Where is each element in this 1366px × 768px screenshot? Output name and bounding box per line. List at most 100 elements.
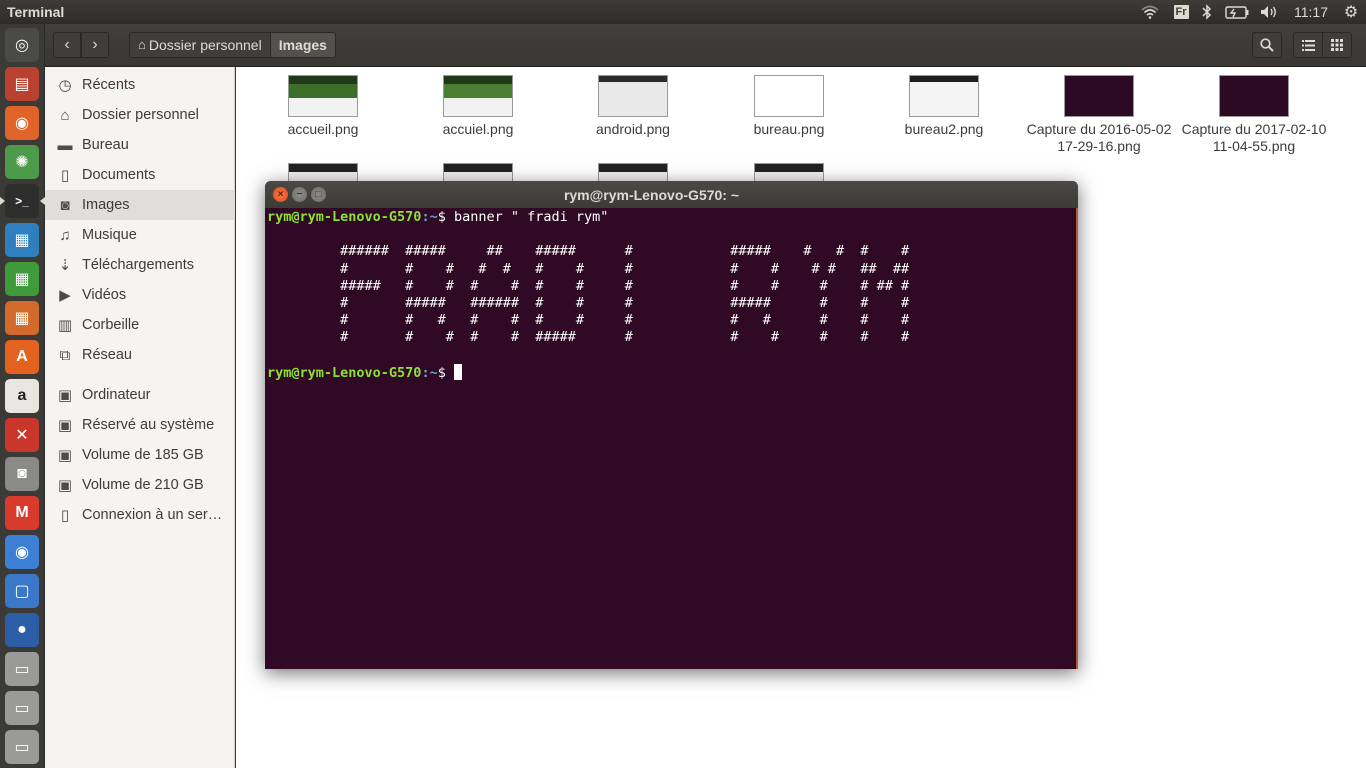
webcam-icon[interactable]: ● — [5, 613, 39, 647]
active-app-title: Terminal — [7, 4, 65, 20]
terminal-output-line: ###### ##### ## ##### # ##### # # # # — [267, 243, 910, 260]
search-icon — [1260, 38, 1274, 52]
list-icon — [1301, 39, 1315, 51]
amazon-icon[interactable]: a — [5, 379, 39, 413]
sidebar-item-8[interactable]: ▶ Vidéos — [45, 280, 235, 310]
terminal-output-line: # # # # # ##### # # # # # # — [267, 329, 910, 346]
file-thumbnail — [909, 75, 979, 117]
launcher-glyph: >_ — [15, 194, 29, 208]
sidebar-item-10[interactable]: ⧉ Réseau — [45, 340, 235, 370]
screen-icon[interactable]: ▢ — [5, 574, 39, 608]
wifi-icon[interactable] — [1138, 0, 1162, 24]
sidebar-item-label: Images — [82, 197, 130, 213]
file-thumbnail — [1064, 75, 1134, 117]
sidebar-item-4[interactable]: ▯ Documents — [45, 160, 235, 190]
launcher-glyph: M — [15, 504, 29, 521]
keyboard-layout-indicator[interactable]: Fr — [1171, 0, 1191, 24]
libreoffice-writer-icon[interactable]: ▦ — [5, 223, 39, 257]
drive-2-icon[interactable]: ▭ — [5, 691, 39, 725]
sidebar-item-2[interactable]: ⌂ Dossier personnel — [45, 100, 235, 130]
file-name: accueil.png — [287, 121, 359, 137]
trash-icon: ▥ — [57, 317, 73, 334]
back-button[interactable]: ‹ — [53, 32, 81, 58]
forward-button[interactable]: › — [81, 32, 109, 58]
file-item[interactable]: bureau2.png — [869, 67, 1019, 138]
terminal-output-line: ##### # # # # # # # # # # # ## # — [267, 277, 910, 294]
ubuntu-dash-icon[interactable]: ◎ — [5, 28, 39, 62]
network-icon: ⧉ — [59, 346, 71, 364]
sidebar-item-13[interactable]: ▣ Volume de 185 GB — [45, 440, 235, 470]
breadcrumb-current[interactable]: Images — [269, 33, 335, 57]
sidebar-item-11[interactable]: ▣ Ordinateur — [45, 380, 235, 410]
sidebar-item-1[interactable]: ◷ Récents — [45, 70, 235, 100]
prompt-user-2: rym@rym-Lenovo-G570 — [267, 364, 422, 381]
sidebar-item-label: Ordinateur — [82, 387, 151, 403]
launcher-glyph: ▦ — [14, 271, 30, 288]
prompt-path-2: :~ — [421, 364, 438, 381]
battery-icon[interactable] — [1224, 0, 1250, 24]
libreoffice-calc-icon[interactable]: ▦ — [5, 262, 39, 296]
file-item[interactable]: accuiel.png — [403, 67, 553, 138]
chromium-icon[interactable]: ◉ — [5, 535, 39, 569]
drive-icon: ▣ — [57, 387, 73, 404]
home-icon: ⌂ — [138, 37, 146, 52]
music-icon: ♫ — [59, 226, 71, 244]
drive-icon: ▣ — [57, 447, 73, 464]
software-center-icon[interactable]: A — [5, 340, 39, 374]
file-item[interactable]: accueil.png — [248, 67, 398, 138]
file-item[interactable]: bureau.png — [714, 67, 864, 138]
top-panel: Terminal Fr 11:17 ⚙ — [0, 0, 1366, 24]
sidebar-item-7[interactable]: ⇣ Téléchargements — [45, 250, 235, 280]
sidebar-item-label: Vidéos — [82, 287, 127, 303]
prompt-symbol: $ — [437, 209, 454, 225]
sidebar-item-6[interactable]: ♫ Musique — [45, 220, 235, 250]
sidebar-item-14[interactable]: ▣ Volume de 210 GB — [45, 470, 235, 500]
sidebar-item-5[interactable]: ◙ Images — [45, 190, 235, 220]
file-manager-toolbar: ‹ › ⌂ Dossier personnel Images — [45, 24, 1366, 67]
breadcrumb: ⌂ Dossier personnel Images — [129, 32, 336, 58]
volume-icon[interactable] — [1258, 0, 1282, 24]
gmail-icon[interactable]: M — [5, 496, 39, 530]
sidebar-item-3[interactable]: ▬ Bureau — [45, 130, 235, 160]
ubuntu-software-icon[interactable]: ✺ — [5, 145, 39, 179]
file-thumbnail — [288, 75, 358, 117]
drive-1-icon[interactable]: ▭ — [5, 652, 39, 686]
list-view-button[interactable] — [1293, 32, 1323, 58]
file-name: android.png — [596, 121, 670, 137]
sidebar-item-15[interactable]: ▯ Connexion à un ser… — [45, 500, 235, 530]
file-manager-icon[interactable]: ▤ — [5, 67, 39, 101]
firefox-icon[interactable]: ◉ — [5, 106, 39, 140]
launcher-glyph: ◉ — [15, 115, 29, 132]
breadcrumb-home[interactable]: ⌂ Dossier personnel — [130, 33, 270, 57]
file-item[interactable]: Capture du 2017-02-10 11-04-55.png — [1179, 67, 1329, 155]
sidebar-item-9[interactable]: ▥ Corbeille — [45, 310, 235, 340]
file-name: Capture du 2017-02-10 11-04-55.png — [1181, 121, 1327, 154]
terminal-icon[interactable]: >_ — [0, 184, 45, 218]
file-item[interactable]: Capture du 2016-05-02 17-29-16.png — [1024, 67, 1174, 155]
terminal-window[interactable]: × − □ rym@rym-Lenovo-G570: ~ rym@rym-Len… — [265, 181, 1078, 669]
system-settings-icon[interactable]: ✕ — [5, 418, 39, 452]
drive-3-icon[interactable]: ▭ — [5, 730, 39, 764]
document-icon: ▯ — [60, 167, 70, 184]
launcher-glyph: ▤ — [14, 76, 30, 93]
folder-icon: ▬ — [57, 136, 73, 154]
clock[interactable]: 11:17 — [1290, 0, 1332, 24]
libreoffice-impress-icon[interactable]: ▦ — [5, 301, 39, 335]
launcher-glyph: ▭ — [14, 739, 30, 756]
bluetooth-icon[interactable] — [1199, 0, 1215, 24]
launcher-glyph: ▢ — [14, 583, 30, 600]
sidebar-item-label: Bureau — [82, 137, 129, 153]
grid-view-button[interactable] — [1322, 32, 1352, 58]
command-text: banner " fradi rym" — [453, 209, 609, 225]
chevron-right-icon: › — [92, 36, 98, 53]
launcher-glyph: ✺ — [15, 154, 29, 171]
search-button[interactable] — [1252, 32, 1282, 58]
sidebar-item-12[interactable]: ▣ Réservé au système — [45, 410, 235, 440]
terminal-titlebar[interactable]: × − □ rym@rym-Lenovo-G570: ~ — [265, 181, 1078, 208]
terminal-body[interactable]: rym@rym-Lenovo-G570:~ $ banner " fradi ry… — [265, 208, 1078, 669]
session-gear-icon[interactable]: ⚙ — [1340, 0, 1362, 24]
file-item[interactable]: android.png — [558, 67, 708, 138]
camera-icon[interactable]: ◙ — [5, 457, 39, 491]
launcher-glyph: ◉ — [15, 544, 29, 561]
